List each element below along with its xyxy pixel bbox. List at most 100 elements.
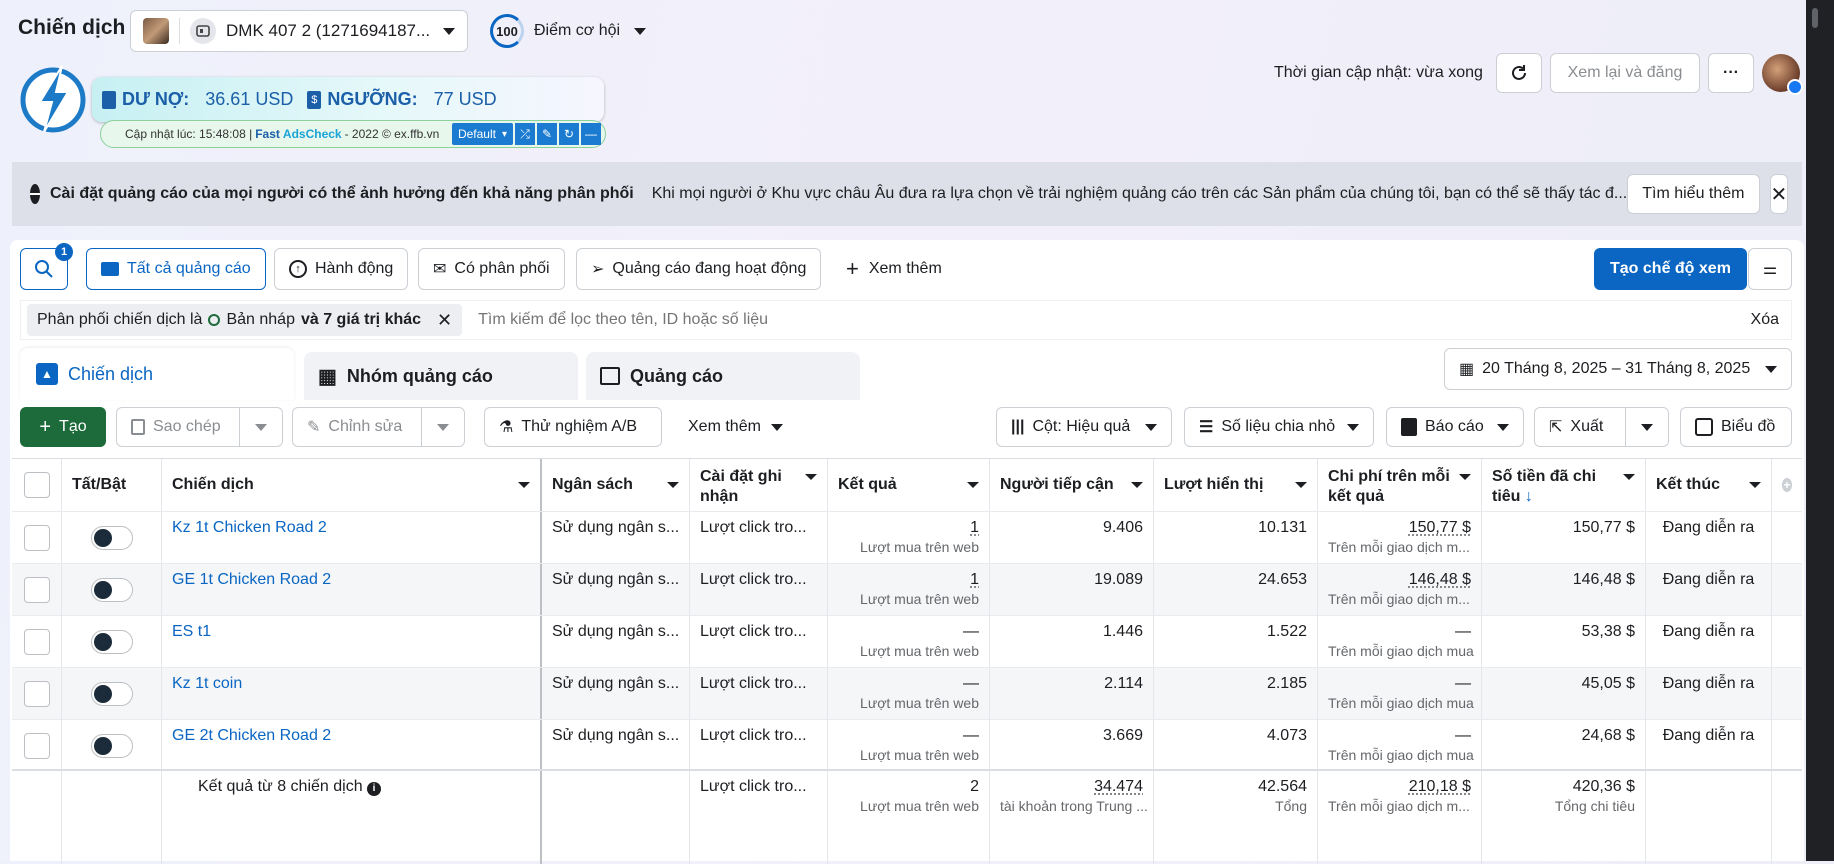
side-scrollbar[interactable] xyxy=(1812,8,1818,28)
col-results[interactable]: Kết quả xyxy=(828,459,990,511)
reports-button[interactable]: Báo cáo xyxy=(1386,407,1524,447)
select-all-checkbox[interactable] xyxy=(23,472,50,498)
campaign-toggle[interactable] xyxy=(90,734,133,758)
campaign-name-link[interactable]: Kz 1t coin xyxy=(172,675,242,692)
edit-button[interactable]: ✎ Chỉnh sửa xyxy=(292,407,422,447)
columns-label: Cột: Hiệu quả xyxy=(1032,418,1131,435)
duplicate-button[interactable]: Sao chép xyxy=(116,407,240,447)
copy-icon xyxy=(131,419,145,435)
shuffle-icon[interactable]: ⤮ xyxy=(515,123,535,145)
edit-dropdown[interactable] xyxy=(421,407,465,447)
learn-more-button[interactable]: Tìm hiểu thêm xyxy=(1627,174,1760,214)
account-selector[interactable]: DMK 407 2 (1271694187... xyxy=(130,10,468,52)
row-checkbox[interactable] xyxy=(23,681,50,707)
export-dropdown[interactable] xyxy=(1625,407,1669,447)
campaign-toggle[interactable] xyxy=(90,630,133,654)
budget-value: Sử dụng ngân s... xyxy=(552,571,680,588)
actions-filter[interactable]: ↑ Hành động xyxy=(274,248,409,290)
edit-icon[interactable]: ✎ xyxy=(537,123,557,145)
col-cost-per-result[interactable]: Chi phí trên mỗi kết quả xyxy=(1318,459,1482,511)
col-budget[interactable]: Ngân sách xyxy=(542,459,690,511)
more-options-button[interactable]: ··· xyxy=(1708,53,1754,93)
col-impressions[interactable]: Lượt hiển thị xyxy=(1154,459,1318,511)
preset-select[interactable]: Default ▾ xyxy=(451,123,513,145)
ends-value: Đang diễn ra xyxy=(1662,571,1755,588)
campaign-name-link[interactable]: ES t1 xyxy=(172,623,211,640)
table-row[interactable]: ES t1 Sử dụng ngân s... Lượt click tro... —… xyxy=(12,615,1802,668)
filter-search-input[interactable] xyxy=(478,311,1579,329)
see-more-filter[interactable]: + Xem thêm xyxy=(846,248,942,290)
campaign-name-link[interactable]: GE 2t Chicken Road 2 xyxy=(172,727,331,744)
campaign-toggle[interactable] xyxy=(90,682,133,706)
table-row[interactable]: Kz 1t coin Sử dụng ngân s... Lượt click tr… xyxy=(12,667,1802,720)
filter-chip-draft: Bản nháp xyxy=(226,311,295,328)
chevron-down-icon xyxy=(770,423,783,431)
col-amount-spent[interactable]: Số tiền đã chi tiêu ↓ xyxy=(1482,459,1646,511)
adscheck-brand-name: AdsCheck xyxy=(282,127,342,141)
search-button[interactable]: 1 xyxy=(20,243,73,290)
adscheck-copyright: - 2022 © ex.ffb.vn xyxy=(344,127,440,141)
user-avatar[interactable] xyxy=(1762,54,1803,95)
duplicate-dropdown[interactable] xyxy=(239,407,283,447)
campaign-toggle[interactable] xyxy=(90,578,133,602)
campaign-name-link[interactable]: Kz 1t Chicken Road 2 xyxy=(172,519,327,536)
tab-adsets[interactable]: ▦ Nhóm quảng cáo xyxy=(304,352,578,400)
filter-chip[interactable]: Phân phối chiến dịch là Bản nháp và 7 gi… xyxy=(27,304,463,336)
columns-button[interactable]: ||| Cột: Hiệu quả xyxy=(996,407,1172,447)
review-publish-button[interactable]: Xem lại và đăng xyxy=(1550,53,1700,93)
campaign-name-link[interactable]: GE 1t Chicken Road 2 xyxy=(172,571,331,588)
opportunity-score[interactable]: 100 Điểm cơ hội xyxy=(490,14,647,48)
summary-reach-sub: tài khoản trong Trung ... xyxy=(1000,798,1148,814)
more-icon: ··· xyxy=(1723,64,1739,81)
col-campaign[interactable]: Chiến dịch xyxy=(162,459,542,511)
refresh-icon[interactable]: ↻ xyxy=(559,123,579,145)
row-checkbox[interactable] xyxy=(23,629,50,655)
threshold-value: 77 USD xyxy=(433,89,497,109)
create-view-button[interactable]: Tạo chế độ xem xyxy=(1594,248,1747,290)
col-toggle[interactable]: Tất/Bật xyxy=(62,459,162,511)
remove-filter-icon[interactable]: ✕ xyxy=(437,310,452,331)
all-ads-filter[interactable]: Tất cả quảng cáo xyxy=(86,248,266,290)
refresh-button[interactable] xyxy=(1496,53,1542,93)
row-checkbox[interactable] xyxy=(23,525,50,551)
campaign-toggle[interactable] xyxy=(90,526,133,550)
more-actions-button[interactable]: Xem thêm xyxy=(688,407,783,447)
tab-ads[interactable]: Quảng cáo xyxy=(586,352,860,400)
summary-results-sub: Lượt mua trên web xyxy=(860,798,979,814)
info-icon[interactable]: i xyxy=(367,782,382,796)
reach-value: 9.406 xyxy=(1102,519,1143,536)
grid-icon: ▦ xyxy=(318,365,337,388)
col-reach[interactable]: Người tiếp cận xyxy=(990,459,1154,511)
facebook-badge-icon xyxy=(1787,79,1803,95)
add-column-header[interactable]: + xyxy=(1772,459,1802,511)
delivering-filter[interactable]: ✉ Có phân phối xyxy=(418,248,565,290)
breakdown-button[interactable]: ☰ Số liệu chia nhỏ xyxy=(1184,407,1374,447)
create-button[interactable]: + Tạo xyxy=(20,407,106,447)
col-attribution[interactable]: Cài đặt ghi nhận xyxy=(690,459,828,511)
charts-button[interactable]: Biểu đồ xyxy=(1680,407,1792,447)
spent-value: 24,68 $ xyxy=(1581,727,1635,744)
active-ads-filter[interactable]: ➢ Quảng cáo đang hoạt động xyxy=(576,248,822,290)
row-checkbox[interactable] xyxy=(23,577,50,603)
view-settings-button[interactable]: ⚌ xyxy=(1748,248,1792,290)
all-ads-label: Tất cả quảng cáo xyxy=(127,260,251,277)
table-row[interactable]: GE 1t Chicken Road 2 Sử dụng ngân s... Lượ… xyxy=(12,563,1802,616)
tab-campaigns[interactable]: ▲ Chiến dịch xyxy=(20,348,294,400)
table-row[interactable]: GE 2t Chicken Road 2 Sử dụng ngân s... Lượ… xyxy=(12,719,1802,772)
close-notice-button[interactable]: ✕ xyxy=(1769,174,1789,214)
date-range-picker[interactable]: ▦ 20 Tháng 8, 2025 – 31 Tháng 8, 2025 xyxy=(1444,348,1792,390)
minimize-icon[interactable]: — xyxy=(581,123,601,145)
add-column-icon: + xyxy=(1782,478,1792,492)
close-icon: ✕ xyxy=(1770,183,1788,206)
filter-search-bar: Phân phối chiến dịch là Bản nháp và 7 gi… xyxy=(20,300,1792,340)
table-row[interactable]: Kz 1t Chicken Road 2 Sử dụng ngân s... Lượ… xyxy=(12,511,1802,564)
adscheck-footer: Cập nhật lúc: 15:48:08 | Fast AdsCheck -… xyxy=(100,120,606,148)
ab-test-button[interactable]: ⚗ Thử nghiệm A/B xyxy=(484,407,662,447)
col-ends[interactable]: Kết thúc xyxy=(1646,459,1772,511)
clear-filters-link[interactable]: Xóa xyxy=(1751,311,1779,329)
filter-chip-suffix: và 7 giá trị khác xyxy=(300,311,422,328)
impressions-value: 1.522 xyxy=(1266,623,1307,640)
export-button[interactable]: ⇱ Xuất xyxy=(1534,407,1626,447)
row-checkbox[interactable] xyxy=(23,733,50,759)
result-value: 1 xyxy=(970,571,979,588)
